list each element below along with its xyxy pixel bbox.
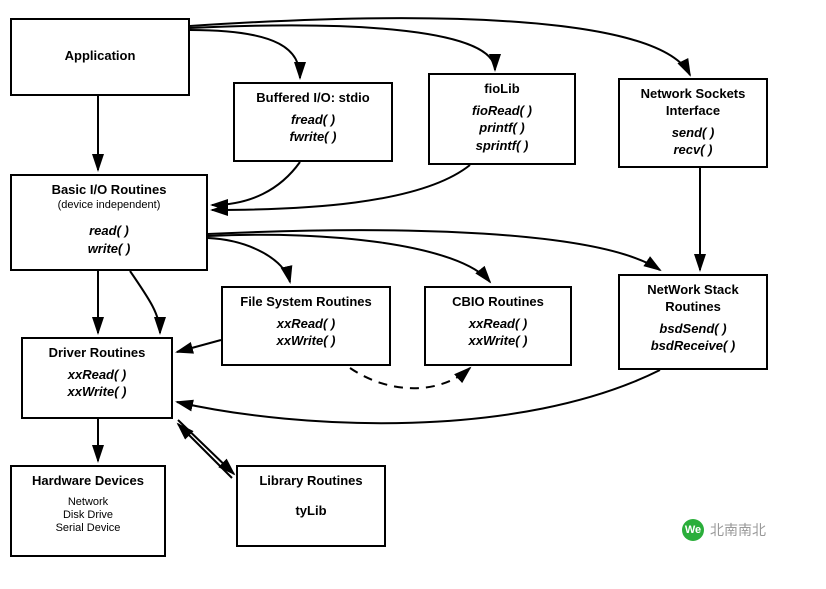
netsockets-funcs: send( )recv( ) xyxy=(624,124,762,159)
driver-box: Driver Routines xxRead( )xxWrite( ) xyxy=(21,337,173,419)
driver-funcs: xxRead( )xxWrite( ) xyxy=(27,366,167,401)
filesys-title: File System Routines xyxy=(227,294,385,311)
library-funcs: tyLib xyxy=(242,502,380,520)
netstack-title: NetWork StackRoutines xyxy=(624,282,762,316)
netsockets-title: Network SocketsInterface xyxy=(624,86,762,120)
hardware-sub: NetworkDisk DriveSerial Device xyxy=(16,496,160,536)
buffered-io-title: Buffered I/O: stdio xyxy=(239,90,387,107)
netstack-box: NetWork StackRoutines bsdSend( )bsdRecei… xyxy=(618,274,768,370)
library-title: Library Routines xyxy=(242,473,380,490)
netstack-funcs: bsdSend( )bsdReceive( ) xyxy=(624,320,762,355)
hardware-title: Hardware Devices xyxy=(16,473,160,490)
fiolib-title: fioLib xyxy=(434,81,570,98)
filesys-box: File System Routines xxRead( )xxWrite( ) xyxy=(221,286,391,366)
cbio-funcs: xxRead( )xxWrite( ) xyxy=(430,315,566,350)
watermark-text: 北南南北 xyxy=(710,520,766,540)
buffered-io-box: Buffered I/O: stdio fread( )fwrite( ) xyxy=(233,82,393,162)
basicio-sub: (device independent) xyxy=(16,199,202,212)
cbio-box: CBIO Routines xxRead( )xxWrite( ) xyxy=(424,286,572,366)
cbio-title: CBIO Routines xyxy=(430,294,566,311)
library-box: Library Routines tyLib xyxy=(236,465,386,547)
buffered-io-funcs: fread( )fwrite( ) xyxy=(239,111,387,146)
wechat-icon: We xyxy=(682,519,704,541)
basicio-box: Basic I/O Routines (device independent) … xyxy=(10,174,208,271)
watermark: We 北南南北 xyxy=(682,519,766,541)
basicio-title: Basic I/O Routines xyxy=(16,182,202,199)
application-box: Application xyxy=(10,18,190,96)
fiolib-funcs: fioRead( )printf( )sprintf( ) xyxy=(434,102,570,155)
filesys-funcs: xxRead( )xxWrite( ) xyxy=(227,315,385,350)
driver-title: Driver Routines xyxy=(27,345,167,362)
application-title: Application xyxy=(16,48,184,65)
basicio-funcs: read( )write( ) xyxy=(16,222,202,257)
netsockets-box: Network SocketsInterface send( )recv( ) xyxy=(618,78,768,168)
hardware-box: Hardware Devices NetworkDisk DriveSerial… xyxy=(10,465,166,557)
fiolib-box: fioLib fioRead( )printf( )sprintf( ) xyxy=(428,73,576,165)
